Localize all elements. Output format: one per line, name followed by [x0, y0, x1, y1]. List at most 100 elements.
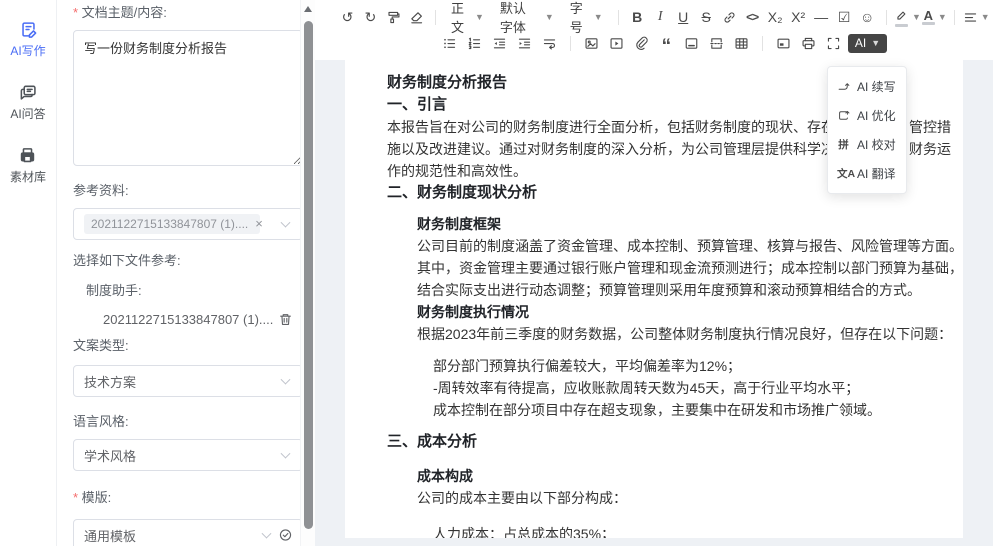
- bullet-list-button[interactable]: [439, 31, 460, 55]
- ai-menu-item-ai-continue[interactable]: AI 续写: [828, 72, 906, 101]
- toolbar-separator: [570, 36, 571, 51]
- insert-video-button[interactable]: [606, 31, 627, 55]
- page-break-button[interactable]: [706, 31, 727, 55]
- doc-heading: 财务制度框架: [387, 213, 951, 235]
- toolbar-separator: [762, 36, 763, 51]
- sidebar-item-label: 素材库: [10, 168, 46, 185]
- italic-button[interactable]: I: [650, 5, 671, 29]
- clear-format-icon: [409, 10, 424, 25]
- doc-type-select[interactable]: 技术方案: [73, 365, 303, 397]
- insert-image-icon: [584, 36, 599, 51]
- blockquote-button[interactable]: “: [656, 31, 677, 55]
- doc-heading: 财务制度执行情况: [387, 301, 951, 323]
- reference-select[interactable]: 2021122715133847807 (1).... ×: [73, 208, 303, 240]
- bullet-list-icon: [442, 36, 457, 51]
- doc-heading: 三、成本分析: [387, 431, 951, 453]
- delete-file-icon[interactable]: [278, 312, 293, 327]
- sidebar-item-label: AI写作: [10, 42, 45, 59]
- caret-down-icon: ▼: [475, 13, 484, 22]
- undo-button[interactable]: ↺: [337, 5, 358, 29]
- align-button[interactable]: ▼: [963, 5, 989, 29]
- line-wrap-button[interactable]: [539, 31, 560, 55]
- toolbar-separator: [954, 10, 955, 25]
- table-icon: [734, 36, 749, 51]
- attachment-icon: [634, 36, 649, 51]
- subscript-button[interactable]: X₂: [765, 5, 786, 29]
- indent-button[interactable]: [514, 31, 535, 55]
- italic-icon: I: [658, 9, 663, 25]
- format-painter-button[interactable]: [383, 5, 404, 29]
- font-color-button[interactable]: A▼: [922, 5, 946, 29]
- toolbar-separator: [435, 10, 436, 25]
- code-block-button[interactable]: [773, 31, 794, 55]
- superscript-icon: X²: [791, 9, 805, 25]
- chevron-down-icon: [281, 449, 291, 459]
- emoji-button[interactable]: ☺: [857, 5, 878, 29]
- doc-line-right: 财务运: [909, 138, 951, 160]
- inline-code-icon: <>: [746, 10, 758, 24]
- attachment-button[interactable]: [631, 31, 652, 55]
- ai-menu-item-label: AI 续写: [857, 78, 896, 95]
- fullscreen-button[interactable]: [823, 31, 844, 55]
- template-value: 通用模板: [84, 526, 136, 545]
- doc-line: 结合实际支出进行动态调整；预算管理则采用年度预算和滚动预算相结合的方式。: [387, 279, 951, 301]
- scrollbar-up-arrow-icon[interactable]: [304, 6, 312, 12]
- ai-menu-item-ai-optimize[interactable]: AI 优化: [828, 101, 906, 130]
- divider-button[interactable]: [681, 31, 702, 55]
- underline-button[interactable]: U: [673, 5, 694, 29]
- reference-file-row: 2021122715133847807 (1)....: [73, 312, 293, 327]
- doc-type-value: 技术方案: [84, 372, 136, 391]
- ai-menu-item-ai-translate[interactable]: 文AAI 翻译: [828, 159, 906, 188]
- clear-format-button[interactable]: [406, 5, 427, 29]
- file-group-label: 制度助手:: [73, 282, 293, 300]
- sidebar-item-ai-writing[interactable]: AI写作: [10, 20, 45, 59]
- doc-line: 公司目前的制度涵盖了资金管理、成本控制、预算管理、核算与报告、风险管理等方面。: [387, 235, 951, 257]
- ai-menu-item-ai-proofread[interactable]: 拼AI 校对: [828, 130, 906, 159]
- emoji-icon: ☺: [860, 9, 874, 25]
- paragraph-style-select[interactable]: 正文▼: [444, 5, 491, 29]
- reference-file-tag-text: 2021122715133847807 (1)....: [91, 217, 248, 231]
- tag-remove-icon[interactable]: ×: [255, 219, 263, 229]
- font-size-select[interactable]: 字号▼: [563, 5, 610, 29]
- task-checkbox-button[interactable]: ☑: [834, 5, 855, 29]
- font-family-select[interactable]: 默认字体▼: [493, 5, 561, 29]
- topic-textarea[interactable]: [73, 30, 303, 166]
- horizontal-rule-button[interactable]: —: [811, 5, 832, 29]
- doc-line: 人力成本：占总成本的35%；: [387, 523, 951, 538]
- code-block-icon: [776, 36, 791, 51]
- outdent-button[interactable]: [489, 31, 510, 55]
- reference-file-tag[interactable]: 2021122715133847807 (1).... ×: [84, 214, 260, 234]
- doc-line: 其中，资金管理主要通过银行账户管理和现金流预测进行；成本控制以部门预算为基础，: [387, 257, 951, 279]
- scrollbar-thumb[interactable]: [304, 21, 313, 529]
- font-color-icon: A: [922, 10, 935, 25]
- template-select[interactable]: 通用模板: [73, 519, 303, 546]
- subscript-icon: X₂: [768, 9, 783, 25]
- language-style-select[interactable]: 学术风格: [73, 439, 303, 471]
- ai-menu-item-label: AI 优化: [857, 107, 896, 124]
- print-button[interactable]: [798, 31, 819, 55]
- ordered-list-button[interactable]: [464, 31, 485, 55]
- ordered-list-icon: [467, 36, 482, 51]
- file-section-label: 选择如下文件参考:: [73, 252, 293, 270]
- align-icon: [963, 10, 978, 25]
- insert-image-button[interactable]: [581, 31, 602, 55]
- format-painter-icon: [386, 10, 401, 25]
- superscript-button[interactable]: X²: [788, 5, 809, 29]
- fullscreen-icon: [826, 36, 841, 51]
- bold-button[interactable]: B: [627, 5, 648, 29]
- language-style-value: 学术风格: [84, 446, 136, 465]
- doc-line-left: 本报告旨在对公司的财务制度进行全面分析，包括财务制度的现状、存在: [387, 116, 835, 138]
- sidebar-item-material-library[interactable]: 素材库: [10, 146, 46, 185]
- highlight-color-button[interactable]: ▼: [895, 5, 921, 29]
- panel-scrollbar[interactable]: [300, 0, 315, 546]
- link-button[interactable]: [719, 5, 740, 29]
- task-checkbox-icon: ☑: [838, 9, 851, 26]
- ai-qa-icon: [19, 83, 38, 102]
- material-library-icon: [18, 146, 37, 165]
- sidebar-item-ai-qa[interactable]: AI问答: [10, 83, 45, 122]
- ai-menu-button[interactable]: AI▼: [848, 34, 887, 53]
- strikethrough-button[interactable]: S: [696, 5, 717, 29]
- inline-code-button[interactable]: <>: [742, 5, 763, 29]
- redo-button[interactable]: ↻: [360, 5, 381, 29]
- table-button[interactable]: [731, 31, 752, 55]
